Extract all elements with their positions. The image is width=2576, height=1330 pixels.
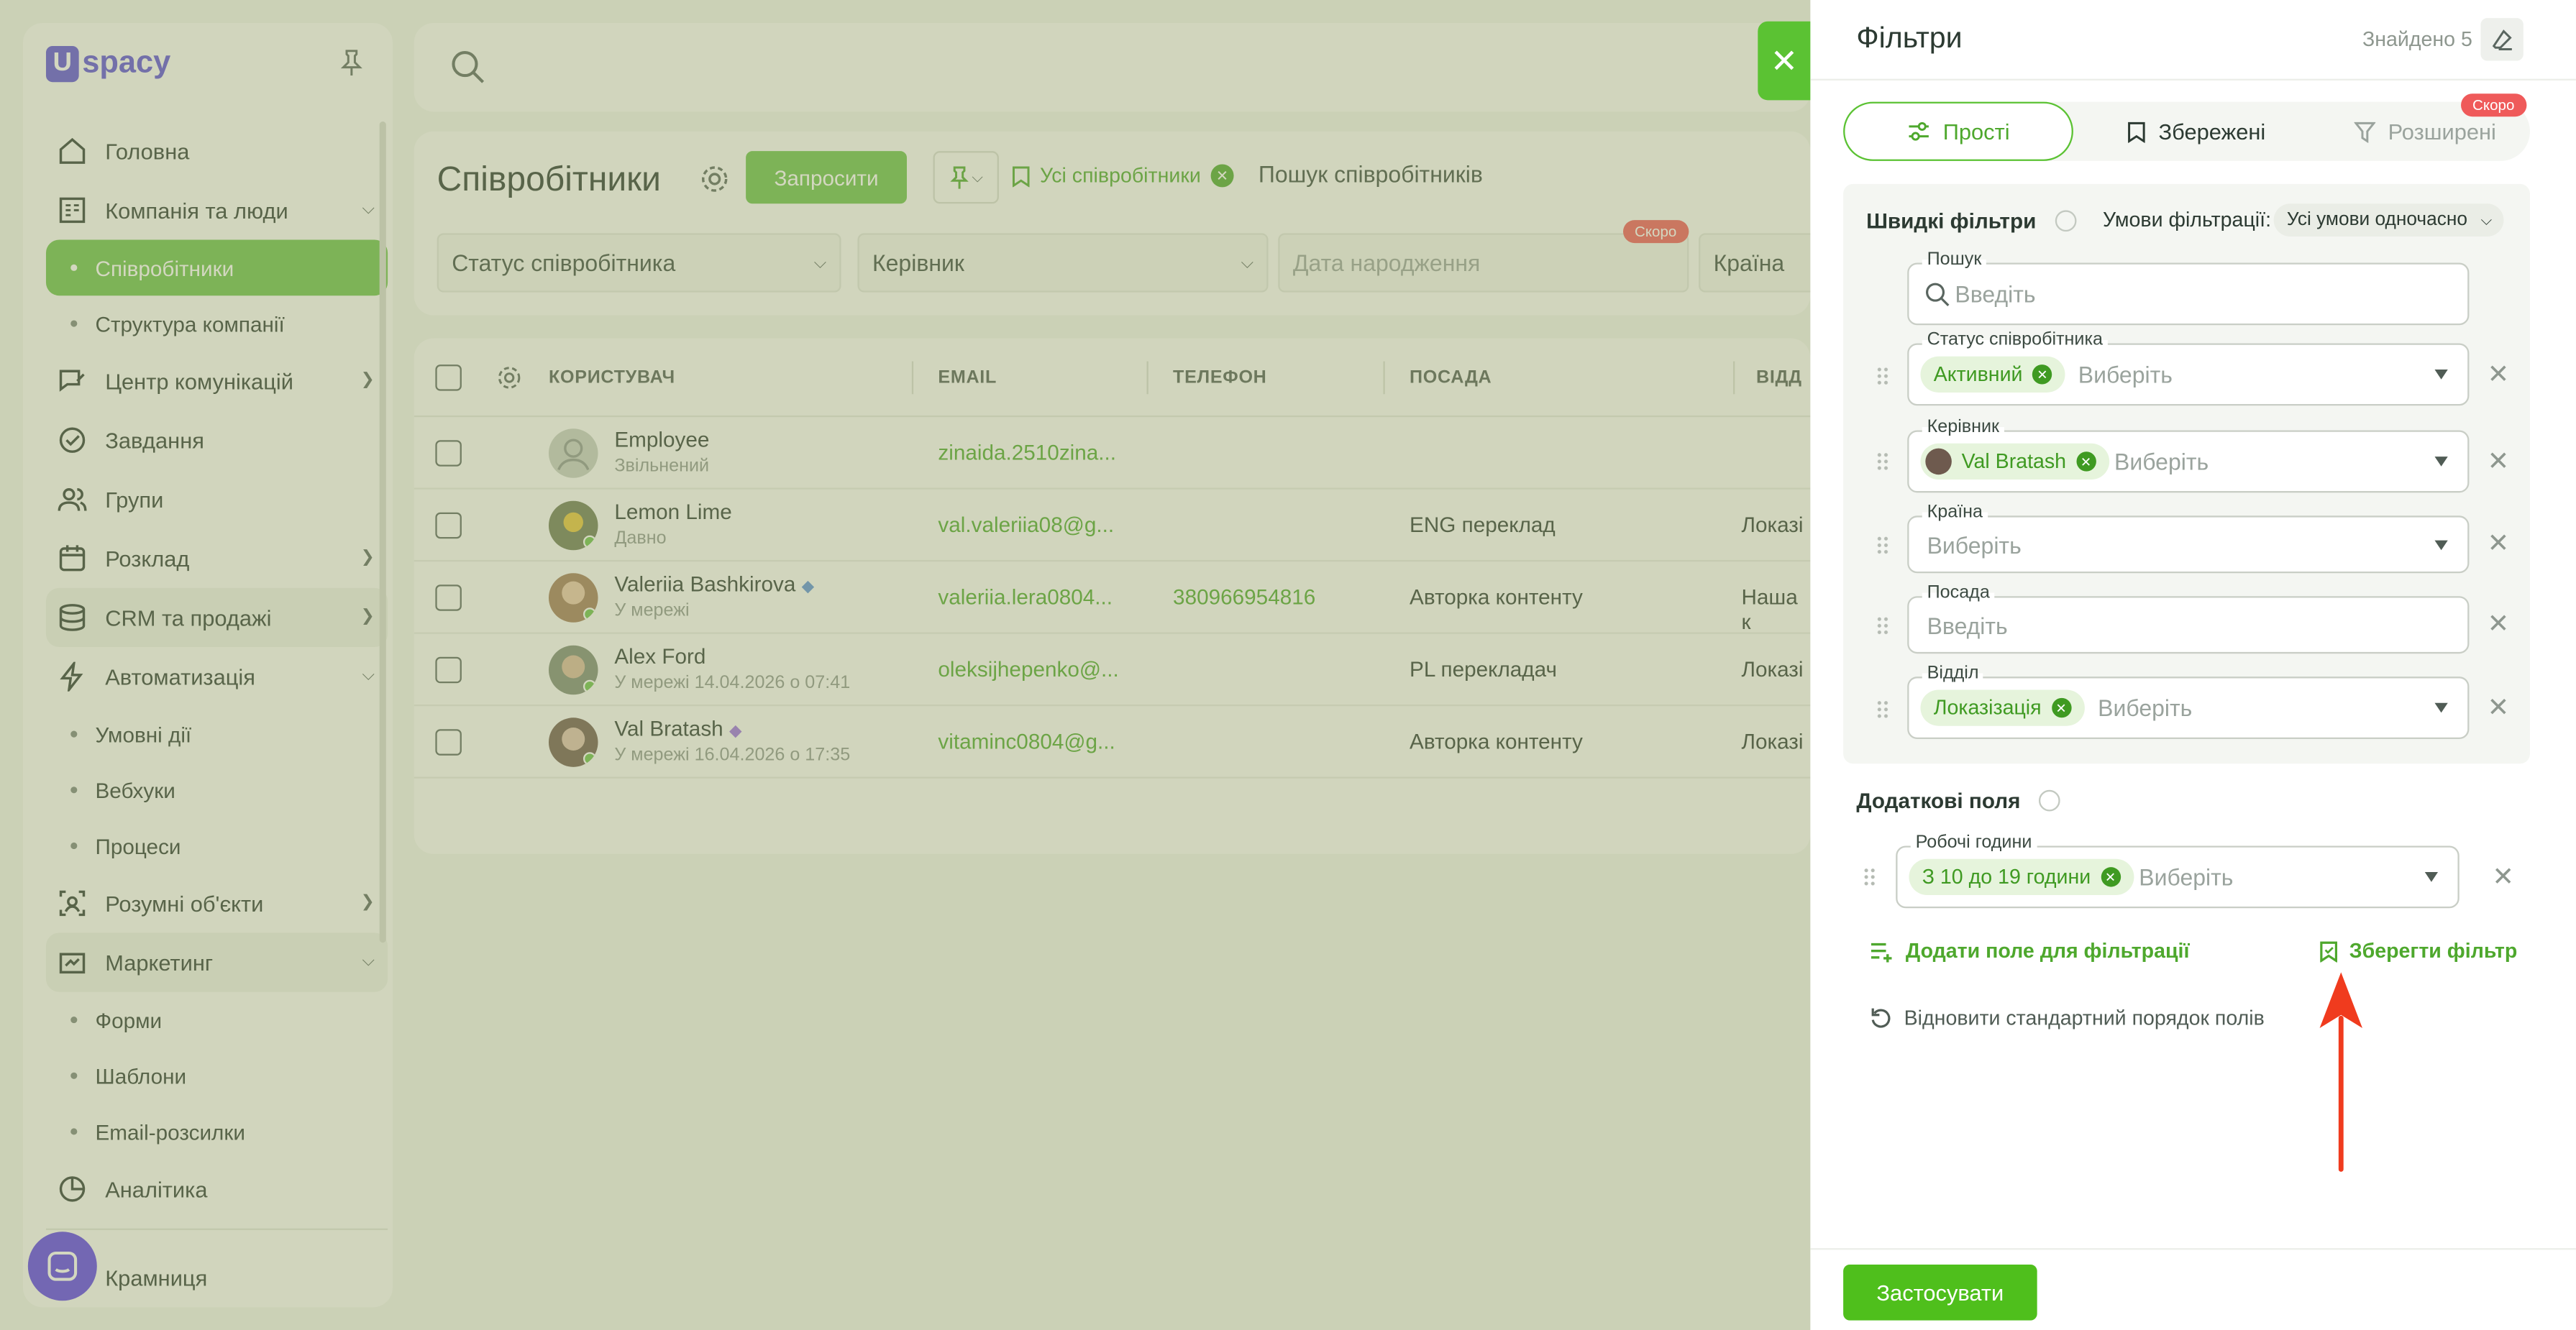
field-label: Посада [1922,582,1995,603]
chevron-down-icon: ⌵ [2480,211,2493,229]
search-icon [1926,283,1950,307]
app-root: U spacy Головна Компанія та люди ⌵ Співр… [0,0,2576,1330]
sliders-icon [1908,121,1929,141]
close-icon[interactable]: ✕ [2075,451,2096,472]
search-field[interactable]: Пошук Введіть [1907,249,2470,326]
bookmark-icon [2127,121,2145,142]
reset-field-order-label: Відновити стандартний порядок полів [1904,1006,2265,1030]
drag-handle-icon[interactable] [1876,451,1890,472]
field-placeholder: Виберіть [2139,863,2234,891]
panel-footer: Застосувати [1810,1248,2576,1330]
bookmark-icon [2320,940,2338,962]
info-icon[interactable] [2040,789,2061,812]
conditions-label: Умови фільтрації: [2103,208,2272,232]
caret-down-icon [2434,369,2448,380]
tag-label: З 10 до 19 години [1922,865,2091,889]
extra-fields-title-text: Додаткові поля [1856,788,2021,813]
field-label: Робочі години [1910,833,2037,853]
selected-tag: Активний ✕ [1920,356,2065,393]
filters-panel: Фільтри Знайдено 5 Прості Збережені Розш… [1810,0,2576,1330]
close-icon: ✕ [1770,43,1798,80]
tab-saved[interactable]: Збережені [2090,102,2303,161]
conditions-select[interactable]: Усі умови одночасно ⌵ [2273,203,2504,237]
status-field[interactable]: Статус співробітника Активний ✕ Виберіть [1907,330,2470,406]
department-field[interactable]: Відділ Локазізація ✕ Виберіть [1907,663,2470,739]
avatar [1925,448,1952,475]
tab-label: Розширені [2388,119,2496,144]
reset-field-order-button[interactable]: Відновити стандартний порядок полів [1870,1006,2265,1029]
remove-field-icon[interactable]: ✕ [2488,692,2510,725]
working-hours-field[interactable]: Робочі години З 10 до 19 години ✕ Виберіт… [1896,833,2459,909]
add-filter-field-label: Додати поле для фільтрації [1905,939,2190,963]
field-label: Країна [1922,503,1988,523]
field-placeholder: Виберіть [2098,694,2193,721]
field-label: Пошук [1922,249,1987,270]
info-icon[interactable] [2055,210,2077,232]
field-placeholder: Виберіть [1927,532,2022,559]
remove-field-icon[interactable]: ✕ [2488,358,2510,391]
tab-label: Прості [1942,119,2010,144]
annotation-arrow-icon [2319,972,2362,1172]
tab-simple[interactable]: Прості [1843,101,2073,161]
found-count: Знайдено 5 [2362,27,2472,51]
modal-backdrop[interactable] [0,0,1811,1330]
eraser-icon [2492,29,2512,51]
reset-icon [1871,1008,1891,1028]
clear-filters-button[interactable] [2480,18,2524,61]
divider [1810,78,2576,81]
save-filter-button[interactable]: Зберегти фільтр [2320,939,2518,963]
filter-mode-tabs: Прості Збережені Розширені [1843,101,2530,161]
save-filter-label: Зберегти фільтр [2349,939,2518,963]
tab-label: Збережені [2158,119,2266,144]
selected-tag: З 10 до 19 години ✕ [1909,858,2134,895]
quick-filters-title-text: Швидкі фільтри [1866,208,2037,234]
caret-down-icon [2434,540,2448,551]
remove-field-icon[interactable]: ✕ [2492,861,2514,894]
field-label: Керівник [1922,417,2004,437]
manager-field[interactable]: Керівник Val Bratash ✕ Виберіть [1907,417,2470,493]
remove-field-icon[interactable]: ✕ [2488,527,2510,560]
selected-tag: Val Bratash ✕ [1920,443,2109,480]
close-icon[interactable]: ✕ [2032,364,2052,385]
add-filter-field-button[interactable]: Додати поле для фільтрації [1870,939,2190,963]
position-field[interactable]: Посада Введіть [1907,582,2470,654]
quick-filters-title: Швидкі фільтри [1866,208,2077,233]
remove-field-icon[interactable]: ✕ [2488,607,2510,641]
tag-label: Локазізація [1933,696,2042,720]
drag-handle-icon[interactable] [1876,700,1890,720]
tag-label: Активний [1933,362,2023,386]
panel-title: Фільтри [1856,21,1963,55]
funnel-icon [2353,121,2375,142]
field-label: Статус співробітника [1922,330,2108,350]
field-placeholder: Введіть [1955,280,2036,308]
drag-handle-icon[interactable] [1876,535,1890,556]
soon-badge: Скоро [2461,93,2526,117]
field-label: Відділ [1922,663,1984,684]
tag-label: Val Bratash [1961,449,2067,473]
caret-down-icon [2434,702,2448,713]
field-placeholder: Введіть [1927,613,2008,639]
close-icon[interactable]: ✕ [2100,867,2121,887]
conditions-value: Усі умови одночасно [2286,210,2467,230]
close-icon[interactable]: ✕ [2051,697,2071,718]
list-add-icon [1871,942,1892,962]
field-placeholder: Виберіть [2078,361,2173,388]
country-field[interactable]: Країна Виберіть [1907,503,2470,574]
apply-button[interactable]: Застосувати [1843,1264,2037,1321]
caret-down-icon [2434,457,2448,467]
close-filters-button[interactable]: ✕ [1758,21,1811,101]
drag-handle-icon[interactable] [1876,366,1890,386]
quick-filters: Швидкі фільтри Умови фільтрації: Усі умо… [1843,183,2530,764]
drag-handle-icon[interactable] [1863,867,1876,887]
drag-handle-icon[interactable] [1876,615,1890,636]
remove-field-icon[interactable]: ✕ [2488,445,2510,478]
selected-tag: Локазізація ✕ [1920,689,2085,726]
field-placeholder: Виберіть [2114,448,2209,475]
caret-down-icon [2424,872,2439,882]
extra-fields-title: Додаткові поля [1856,788,2061,813]
